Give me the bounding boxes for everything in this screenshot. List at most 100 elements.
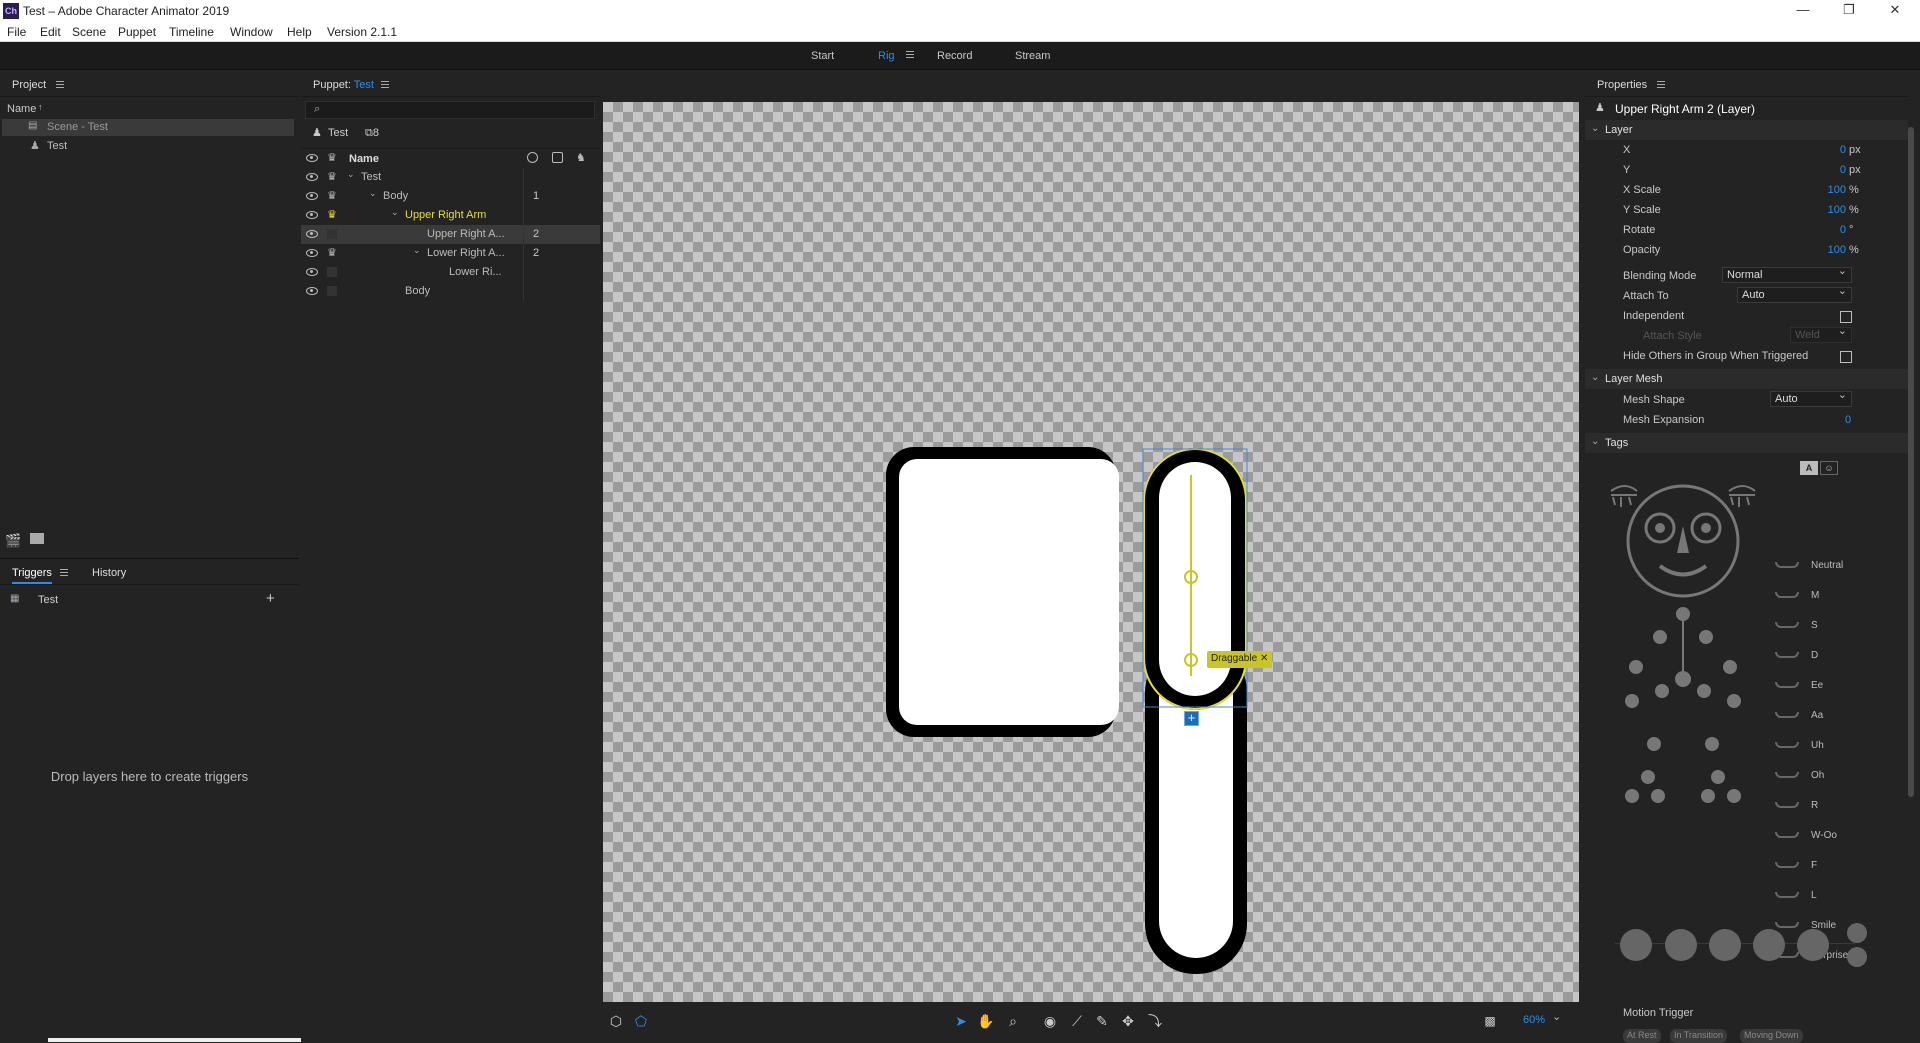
layer-section-header[interactable]: ⌄ Layer xyxy=(1585,120,1908,140)
remove-tag-icon[interactable]: ✕ xyxy=(1260,653,1268,664)
handle-tool-icon[interactable]: ✥ xyxy=(1119,1012,1137,1030)
menu-help[interactable]: Help xyxy=(287,25,312,39)
project-item-puppet[interactable]: ♟ Test xyxy=(2,138,294,155)
project-item-scene[interactable]: ▤ Scene - Test xyxy=(2,119,294,136)
chevron-down-icon[interactable]: ⌄ xyxy=(369,188,377,199)
project-menu-icon[interactable] xyxy=(56,81,64,88)
head-front-icon[interactable] xyxy=(1709,929,1741,961)
chevron-down-icon[interactable]: ⌄ xyxy=(391,207,399,218)
head-turn-icon[interactable] xyxy=(1665,929,1697,961)
head-quarter-icon[interactable] xyxy=(1753,929,1785,961)
layer-mode-icon[interactable]: ⬡ xyxy=(607,1012,625,1030)
layer-row[interactable]: ♛ ⌄ Lower Right A... 2 xyxy=(301,244,600,263)
head-down-icon[interactable] xyxy=(1847,947,1867,967)
chevron-down-icon[interactable]: ⌄ xyxy=(347,169,355,180)
properties-scrollbar[interactable] xyxy=(1908,127,1914,797)
zoom-dropdown-icon[interactable]: ⌄ xyxy=(1552,1010,1561,1023)
menu-window[interactable]: Window xyxy=(230,25,273,39)
tag-text-view-icon[interactable]: A xyxy=(1800,461,1818,475)
visibility-swatch[interactable] xyxy=(327,229,337,239)
tab-history[interactable]: History xyxy=(92,567,126,579)
menu-puppet[interactable]: Puppet xyxy=(118,25,156,39)
menu-scene[interactable]: Scene xyxy=(72,25,106,39)
pin-tool-icon[interactable]: ✎ xyxy=(1093,1012,1111,1030)
mouth-tag-item[interactable]: Aa xyxy=(1775,709,1895,729)
attach-to-select[interactable]: Auto xyxy=(1737,284,1852,303)
menu-timeline[interactable]: Timeline xyxy=(169,25,214,39)
motion-tag-moving-down[interactable]: Moving Down xyxy=(1740,1029,1803,1043)
zoom-level[interactable]: 60% xyxy=(1523,1014,1545,1026)
mouth-tag-item[interactable]: Neutral xyxy=(1775,559,1895,579)
layer-row[interactable]: ♛ ⌄ Test xyxy=(301,168,600,187)
face-body-tag-diagram[interactable] xyxy=(1605,481,1785,881)
dangle-tool-icon[interactable]: ⤵ xyxy=(1146,1012,1164,1030)
motion-tag-in-transition[interactable]: In Transition xyxy=(1670,1029,1728,1043)
select-tool-icon[interactable]: ➤ xyxy=(952,1012,970,1030)
crown-icon[interactable]: ♛ xyxy=(327,248,339,259)
mouth-tag-item[interactable]: M xyxy=(1775,589,1895,609)
eye-icon[interactable] xyxy=(306,249,318,257)
mouth-tag-item[interactable]: R xyxy=(1775,799,1895,819)
add-handle-icon[interactable]: + xyxy=(1184,711,1199,726)
crown-icon[interactable]: ♛ xyxy=(327,172,339,183)
tab-rig[interactable]: Rig xyxy=(878,50,895,62)
mouth-tag-item[interactable]: Smile xyxy=(1775,919,1895,939)
eye-icon[interactable] xyxy=(306,173,318,181)
rig-menu-icon[interactable] xyxy=(906,51,914,58)
motion-tag-at-rest[interactable]: At Rest xyxy=(1623,1029,1661,1043)
transparency-grid-icon[interactable]: ▩ xyxy=(1481,1012,1499,1030)
eye-icon[interactable] xyxy=(306,287,318,295)
tab-triggers[interactable]: Triggers xyxy=(12,567,52,584)
menu-file[interactable]: File xyxy=(7,25,26,39)
origin-tool-icon[interactable]: ◉ xyxy=(1041,1012,1059,1030)
eye-icon[interactable] xyxy=(306,192,318,200)
puppet-column-icon[interactable]: ♞ xyxy=(576,151,586,164)
camera-column-icon[interactable] xyxy=(552,152,563,163)
property-value[interactable]: 0 xyxy=(1840,224,1846,236)
mouth-tag-item[interactable]: F xyxy=(1775,859,1895,879)
layer-row[interactable]: ♛ ⌄ Upper Right Arm xyxy=(301,206,600,225)
visibility-swatch[interactable] xyxy=(327,267,337,277)
eye-icon[interactable] xyxy=(306,268,318,276)
tab-stream[interactable]: Stream xyxy=(1015,50,1050,62)
mouth-tag-item[interactable]: D xyxy=(1775,649,1895,669)
properties-menu-icon[interactable] xyxy=(1657,81,1665,88)
mouth-tag-item[interactable]: Ee xyxy=(1775,679,1895,699)
tab-start[interactable]: Start xyxy=(811,50,834,62)
puppet-search-input[interactable]: ⌕ xyxy=(305,101,595,119)
layer-row[interactable]: ♛ ⌄ Body 1 xyxy=(301,187,600,206)
eye-icon[interactable] xyxy=(306,230,318,238)
triggers-menu-icon[interactable] xyxy=(60,569,68,576)
mouth-tag-item[interactable]: W-Oo xyxy=(1775,829,1895,849)
restore-icon[interactable]: ❐ xyxy=(1826,0,1872,22)
property-value[interactable]: 100 xyxy=(1828,204,1846,216)
mouth-tag-item[interactable]: S xyxy=(1775,619,1895,639)
project-name-column[interactable]: Name xyxy=(7,103,36,115)
eye-icon[interactable] xyxy=(306,211,318,219)
sort-arrow-icon[interactable]: ↑ xyxy=(38,102,43,112)
chevron-down-icon[interactable]: ⌄ xyxy=(413,245,421,256)
mesh-expansion-value[interactable]: 0 xyxy=(1845,414,1851,426)
close-icon[interactable]: ✕ xyxy=(1872,0,1918,22)
eye-icon[interactable] xyxy=(306,154,318,162)
tag-visual-view-icon[interactable]: ☺ xyxy=(1820,461,1838,475)
layer-row[interactable]: Upper Right A... 2 xyxy=(301,225,600,244)
head-left-icon[interactable] xyxy=(1620,929,1652,961)
independent-checkbox[interactable] xyxy=(1840,311,1852,323)
mouth-tag-item[interactable]: Uh xyxy=(1775,739,1895,759)
stick-tool-icon[interactable]: ⟋ xyxy=(1068,1012,1086,1030)
layer-row[interactable]: Body xyxy=(301,282,600,301)
mesh-shape-select[interactable]: Auto xyxy=(1770,388,1852,407)
mesh-section-header[interactable]: ⌄ Layer Mesh xyxy=(1585,369,1908,389)
blending-mode-select[interactable]: Normal xyxy=(1722,264,1852,283)
mouth-tag-item[interactable]: Oh xyxy=(1775,769,1895,789)
tags-section-header[interactable]: ⌄ Tags xyxy=(1585,433,1908,453)
visibility-swatch[interactable] xyxy=(327,286,337,296)
hide-others-checkbox[interactable] xyxy=(1840,351,1852,363)
new-folder-icon[interactable] xyxy=(30,533,44,544)
trigger-item[interactable]: Test xyxy=(38,594,58,606)
property-value[interactable]: 100 xyxy=(1828,184,1846,196)
mouth-tag-item[interactable]: Surprised xyxy=(1775,949,1895,969)
mouth-tag-item[interactable]: L xyxy=(1775,889,1895,909)
menu-edit[interactable]: Edit xyxy=(40,25,61,39)
